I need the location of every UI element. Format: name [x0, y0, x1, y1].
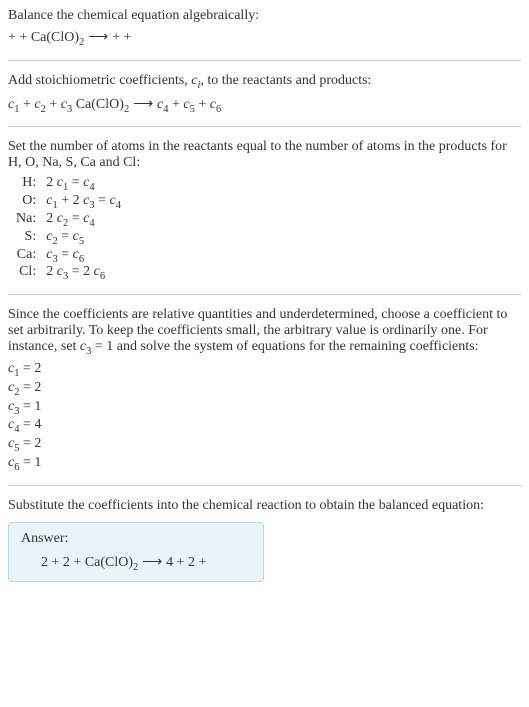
- step3-section: Since the coefficients are relative quan…: [8, 307, 521, 473]
- atom-equations-table: H: 2 c1 = c4 O: c1 + 2 c3 = c4 Na: 2 c2 …: [12, 175, 125, 282]
- list-item: c4 = 4: [8, 417, 521, 435]
- table-row: Na: 2 c2 = c4: [12, 211, 125, 229]
- answer-equation: 2 + 2 + Ca(ClO)2 ⟶ 4 + 2 +: [21, 553, 251, 573]
- list-item: c6 = 1: [8, 455, 521, 473]
- table-row: S: c2 = c5: [12, 229, 125, 247]
- step1-line1: Add stoichiometric coefficients, ci, to …: [8, 73, 521, 91]
- step4-line1: Substitute the coefficients into the che…: [8, 498, 521, 514]
- divider: [8, 294, 521, 295]
- step2-section: Set the number of atoms in the reactants…: [8, 139, 521, 282]
- step3-line1: Since the coefficients are relative quan…: [8, 307, 521, 357]
- intro-section: Balance the chemical equation algebraica…: [8, 8, 521, 48]
- step1-equation: c1 + c2 + c3 Ca(ClO)2 ⟶ c4 + c5 + c6: [8, 95, 521, 115]
- divider: [8, 126, 521, 127]
- list-item: c2 = 2: [8, 380, 521, 398]
- intro-line1: Balance the chemical equation algebraica…: [8, 8, 521, 24]
- answer-box: Answer: 2 + 2 + Ca(ClO)2 ⟶ 4 + 2 +: [8, 522, 264, 582]
- step4-section: Substitute the coefficients into the che…: [8, 498, 521, 582]
- coefficients-list: c1 = 2 c2 = 2 c3 = 1 c4 = 4 c5 = 2 c6 = …: [8, 361, 521, 473]
- table-row: O: c1 + 2 c3 = c4: [12, 193, 125, 211]
- list-item: c1 = 2: [8, 361, 521, 379]
- table-row: H: 2 c1 = c4: [12, 175, 125, 193]
- divider: [8, 60, 521, 61]
- list-item: c3 = 1: [8, 399, 521, 417]
- intro-equation: + + Ca(ClO)2 ⟶ + +: [8, 28, 521, 48]
- step2-line1: Set the number of atoms in the reactants…: [8, 139, 521, 171]
- divider: [8, 485, 521, 486]
- answer-label: Answer:: [21, 531, 251, 547]
- step1-section: Add stoichiometric coefficients, ci, to …: [8, 73, 521, 115]
- list-item: c5 = 2: [8, 436, 521, 454]
- table-row: Ca: c3 = c6: [12, 247, 125, 265]
- table-row: Cl: 2 c3 = 2 c6: [12, 264, 125, 282]
